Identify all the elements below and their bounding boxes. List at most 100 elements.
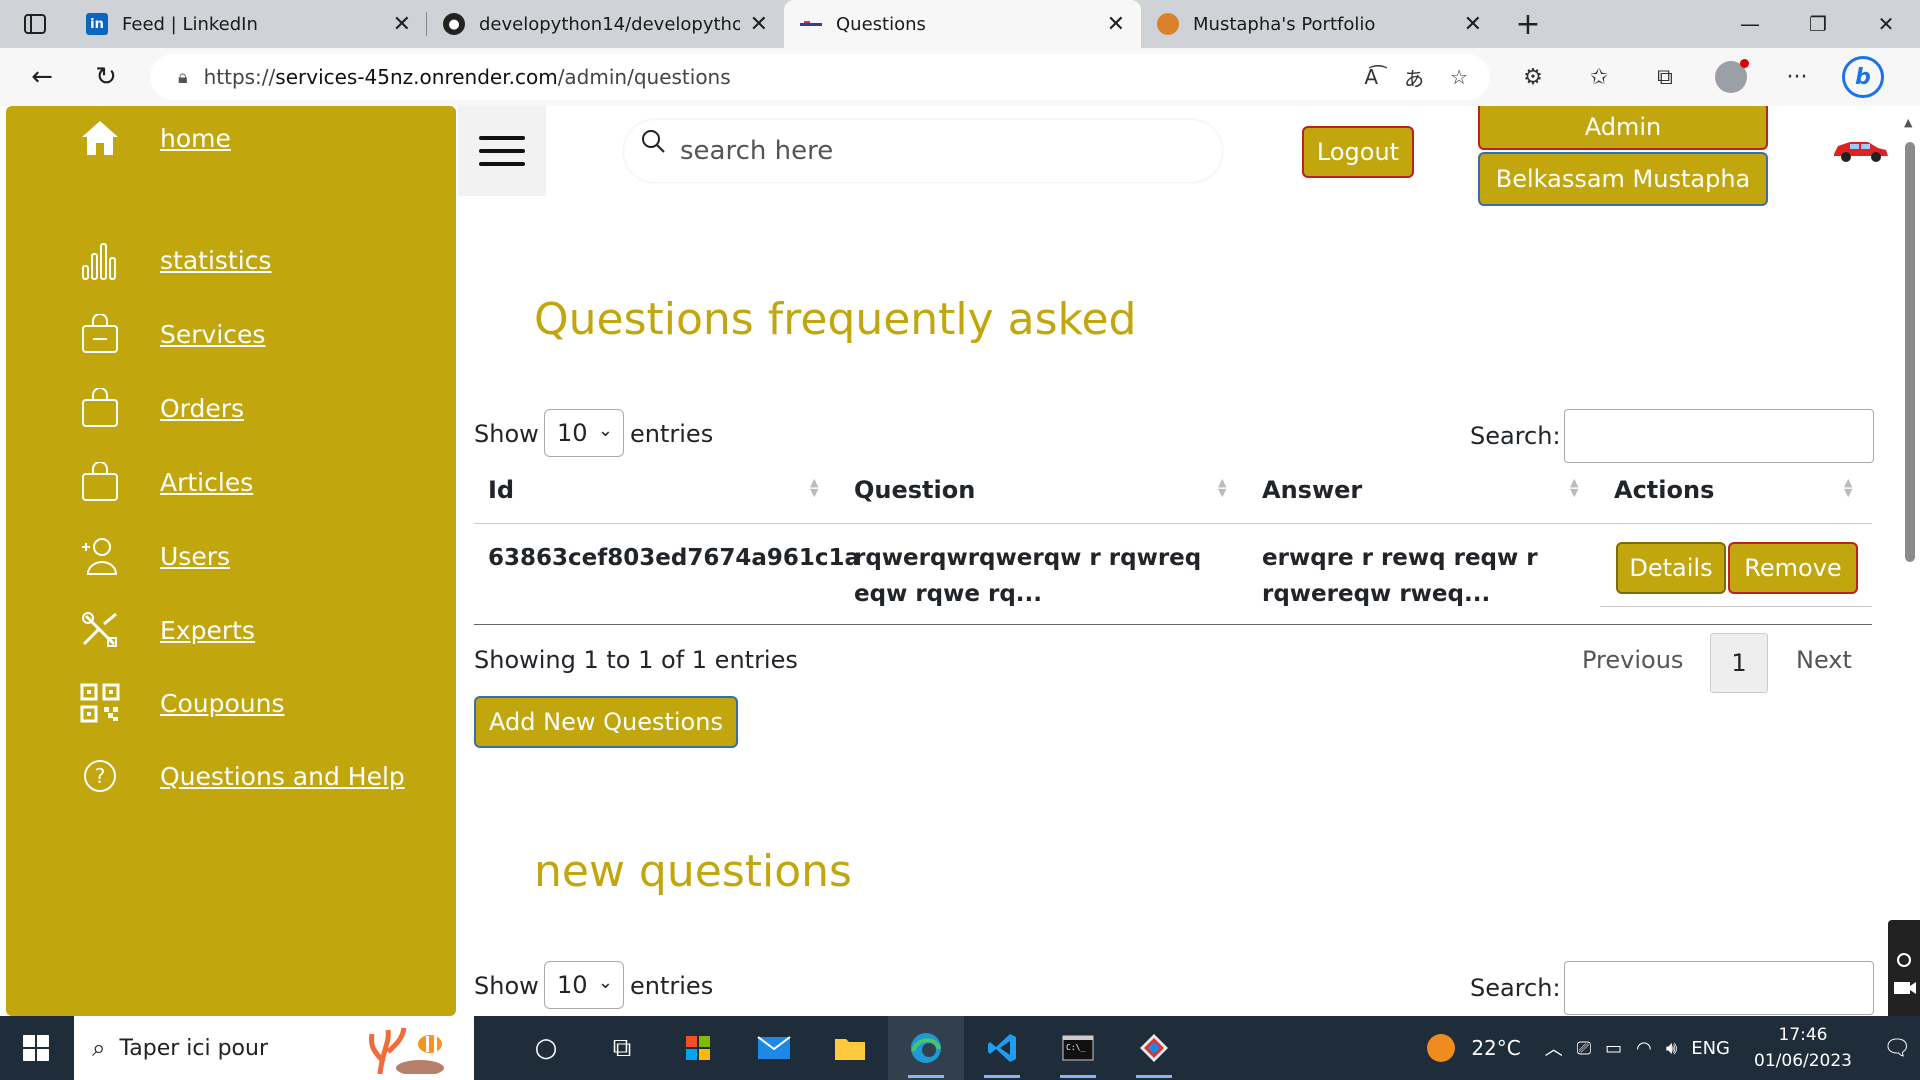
user-plus-icon (78, 534, 122, 578)
reload-button[interactable]: ↻ (74, 62, 138, 92)
remove-button[interactable]: Remove (1728, 542, 1858, 594)
sort-icon[interactable]: ▲ ▼ (1218, 477, 1226, 498)
address-bar[interactable]: 🔒︎ https://services-45nz.onrender.com/ad… (150, 54, 1490, 100)
browser-tab-questions[interactable]: Questions ✕ (784, 0, 1141, 48)
weather-sun-icon[interactable] (1427, 1034, 1456, 1062)
browser-tab-linkedin[interactable]: in Feed | LinkedIn ✕ (70, 0, 427, 48)
weather-temperature[interactable]: 22°C (1471, 1036, 1520, 1060)
sidebar-item-statistics[interactable]: statistics (78, 238, 271, 282)
new-tab-button[interactable]: + (1498, 0, 1558, 48)
sort-icon[interactable]: ▲ ▼ (1570, 477, 1578, 498)
scrollbar-thumb[interactable] (1905, 142, 1915, 562)
sort-asc-icon[interactable]: ▲ ▼ (810, 477, 818, 498)
page-size-select[interactable]: 10 ⌄ (544, 409, 624, 457)
mail-button[interactable] (736, 1016, 812, 1080)
scroll-up-icon[interactable]: ▲ (1904, 116, 1912, 129)
close-tab-icon[interactable]: ✕ (1464, 12, 1482, 37)
pagination-previous[interactable]: Previous (1582, 646, 1683, 674)
bing-button[interactable]: b (1830, 56, 1896, 98)
hamburger-icon (479, 136, 525, 140)
sidebar-item-experts[interactable]: Experts (78, 608, 255, 652)
start-button[interactable] (0, 1016, 72, 1080)
sidebar-item-label[interactable]: home (160, 124, 231, 153)
column-header-answer[interactable]: Answer (1262, 476, 1362, 504)
more-options-icon[interactable]: ··· (1764, 65, 1830, 90)
details-button[interactable]: Details (1616, 542, 1726, 594)
add-favorite-icon[interactable]: ☆ (1450, 65, 1468, 89)
sidebar-item-label[interactable]: Articles (160, 468, 253, 497)
sidebar-item-label[interactable]: Orders (160, 394, 244, 423)
clock[interactable]: 17:46 01/06/2023 (1754, 1022, 1852, 1074)
menu-toggle-button[interactable] (458, 106, 546, 196)
pagination-page[interactable]: 1 (1710, 633, 1768, 693)
minimize-icon[interactable]: — (1716, 0, 1784, 48)
task-view-button[interactable]: ⧉ (584, 1016, 660, 1080)
meet-now-icon[interactable]: ⎚ (1577, 1038, 1591, 1059)
add-question-button[interactable]: Add New Questions (474, 696, 738, 748)
page-size-select[interactable]: 10 ⌄ (544, 961, 624, 1009)
favorites-icon[interactable]: ✩ (1566, 65, 1632, 90)
profile-button[interactable] (1698, 59, 1764, 93)
translate-icon[interactable]: あ (1404, 63, 1424, 92)
battery-icon[interactable]: ▭ (1605, 1038, 1622, 1059)
taskbar-search[interactable]: ⌕ Taper ici pour (74, 1016, 474, 1080)
wifi-icon[interactable]: ◠ (1636, 1038, 1652, 1059)
tab-actions-button[interactable] (0, 0, 70, 48)
qr-code-icon (78, 681, 122, 725)
git-client-button[interactable] (1116, 1016, 1192, 1080)
store-button[interactable] (660, 1016, 736, 1080)
logout-button[interactable]: Logout (1302, 126, 1414, 178)
sidebar-item-articles[interactable]: Articles (78, 460, 253, 504)
close-tab-icon[interactable]: ✕ (750, 12, 768, 37)
close-tab-icon[interactable]: ✕ (393, 12, 411, 37)
sidebar-item-users[interactable]: Users (78, 534, 230, 578)
portfolio-favicon-icon (1157, 13, 1179, 35)
sidebar-item-home[interactable]: home (78, 116, 231, 160)
close-window-icon[interactable]: ✕ (1852, 0, 1920, 48)
sidebar-item-services[interactable]: Services (78, 312, 265, 356)
vscode-icon (988, 1034, 1016, 1062)
table-search-input[interactable] (1564, 961, 1874, 1015)
sidebar: home statistics Services Orders Articles… (6, 106, 456, 1016)
vscode-button[interactable] (964, 1016, 1040, 1080)
notifications-button[interactable]: 🗨︎ (1874, 1016, 1920, 1080)
browser-tab-github[interactable]: ● developython14/developython14 ✕ (427, 0, 784, 48)
search-input[interactable] (680, 136, 1180, 166)
read-aloud-icon[interactable]: A͡ (1364, 65, 1378, 89)
sidebar-item-label[interactable]: statistics (160, 246, 271, 275)
language-indicator[interactable]: ENG (1691, 1038, 1730, 1059)
browser-tab-portfolio[interactable]: Mustapha's Portfolio ✕ (1141, 0, 1498, 48)
sort-icon[interactable]: ▲ ▼ (1844, 477, 1852, 498)
table-search-input[interactable] (1564, 409, 1874, 463)
sidebar-item-orders[interactable]: Orders (78, 386, 244, 430)
sidebar-item-label[interactable]: Questions and Help (160, 762, 405, 791)
page-scrollbar[interactable]: ▲ (1902, 106, 1918, 1016)
terminal-button[interactable]: C:\_ (1040, 1016, 1116, 1080)
column-header-question[interactable]: Question (854, 476, 975, 504)
sidebar-item-coupouns[interactable]: Coupouns (78, 681, 284, 725)
sidebar-item-label[interactable]: Users (160, 542, 230, 571)
role-badge[interactable]: Admin (1478, 106, 1768, 150)
sidebar-item-questions-and-help[interactable]: ? Questions and Help (78, 754, 405, 798)
sidebar-item-label[interactable]: Coupouns (160, 689, 284, 718)
cortana-button[interactable]: ○ (508, 1016, 584, 1080)
divider (1600, 606, 1872, 607)
sidebar-item-label[interactable]: Services (160, 320, 265, 349)
github-icon: ● (443, 13, 465, 35)
volume-icon[interactable]: 🔊︎ (1666, 1038, 1677, 1059)
extensions-icon[interactable]: ⚙ (1500, 65, 1566, 90)
sidebar-item-label[interactable]: Experts (160, 616, 255, 645)
capture-tools-icon[interactable] (1888, 920, 1920, 1026)
file-explorer-button[interactable] (812, 1016, 888, 1080)
edge-button[interactable] (888, 1016, 964, 1080)
user-name-button[interactable]: Belkassam Mustapha (1478, 152, 1768, 206)
column-header-actions[interactable]: Actions (1614, 476, 1714, 504)
pagination-next[interactable]: Next (1796, 646, 1852, 674)
column-header-id[interactable]: Id (488, 476, 514, 504)
close-tab-icon[interactable]: ✕ (1107, 12, 1125, 37)
chevron-up-icon[interactable]: ︿ (1545, 1035, 1563, 1061)
back-button[interactable]: ← (10, 62, 74, 92)
edge-icon (911, 1033, 941, 1063)
collections-icon[interactable]: ⧉ (1632, 65, 1698, 90)
restore-icon[interactable]: ❐ (1784, 0, 1852, 48)
